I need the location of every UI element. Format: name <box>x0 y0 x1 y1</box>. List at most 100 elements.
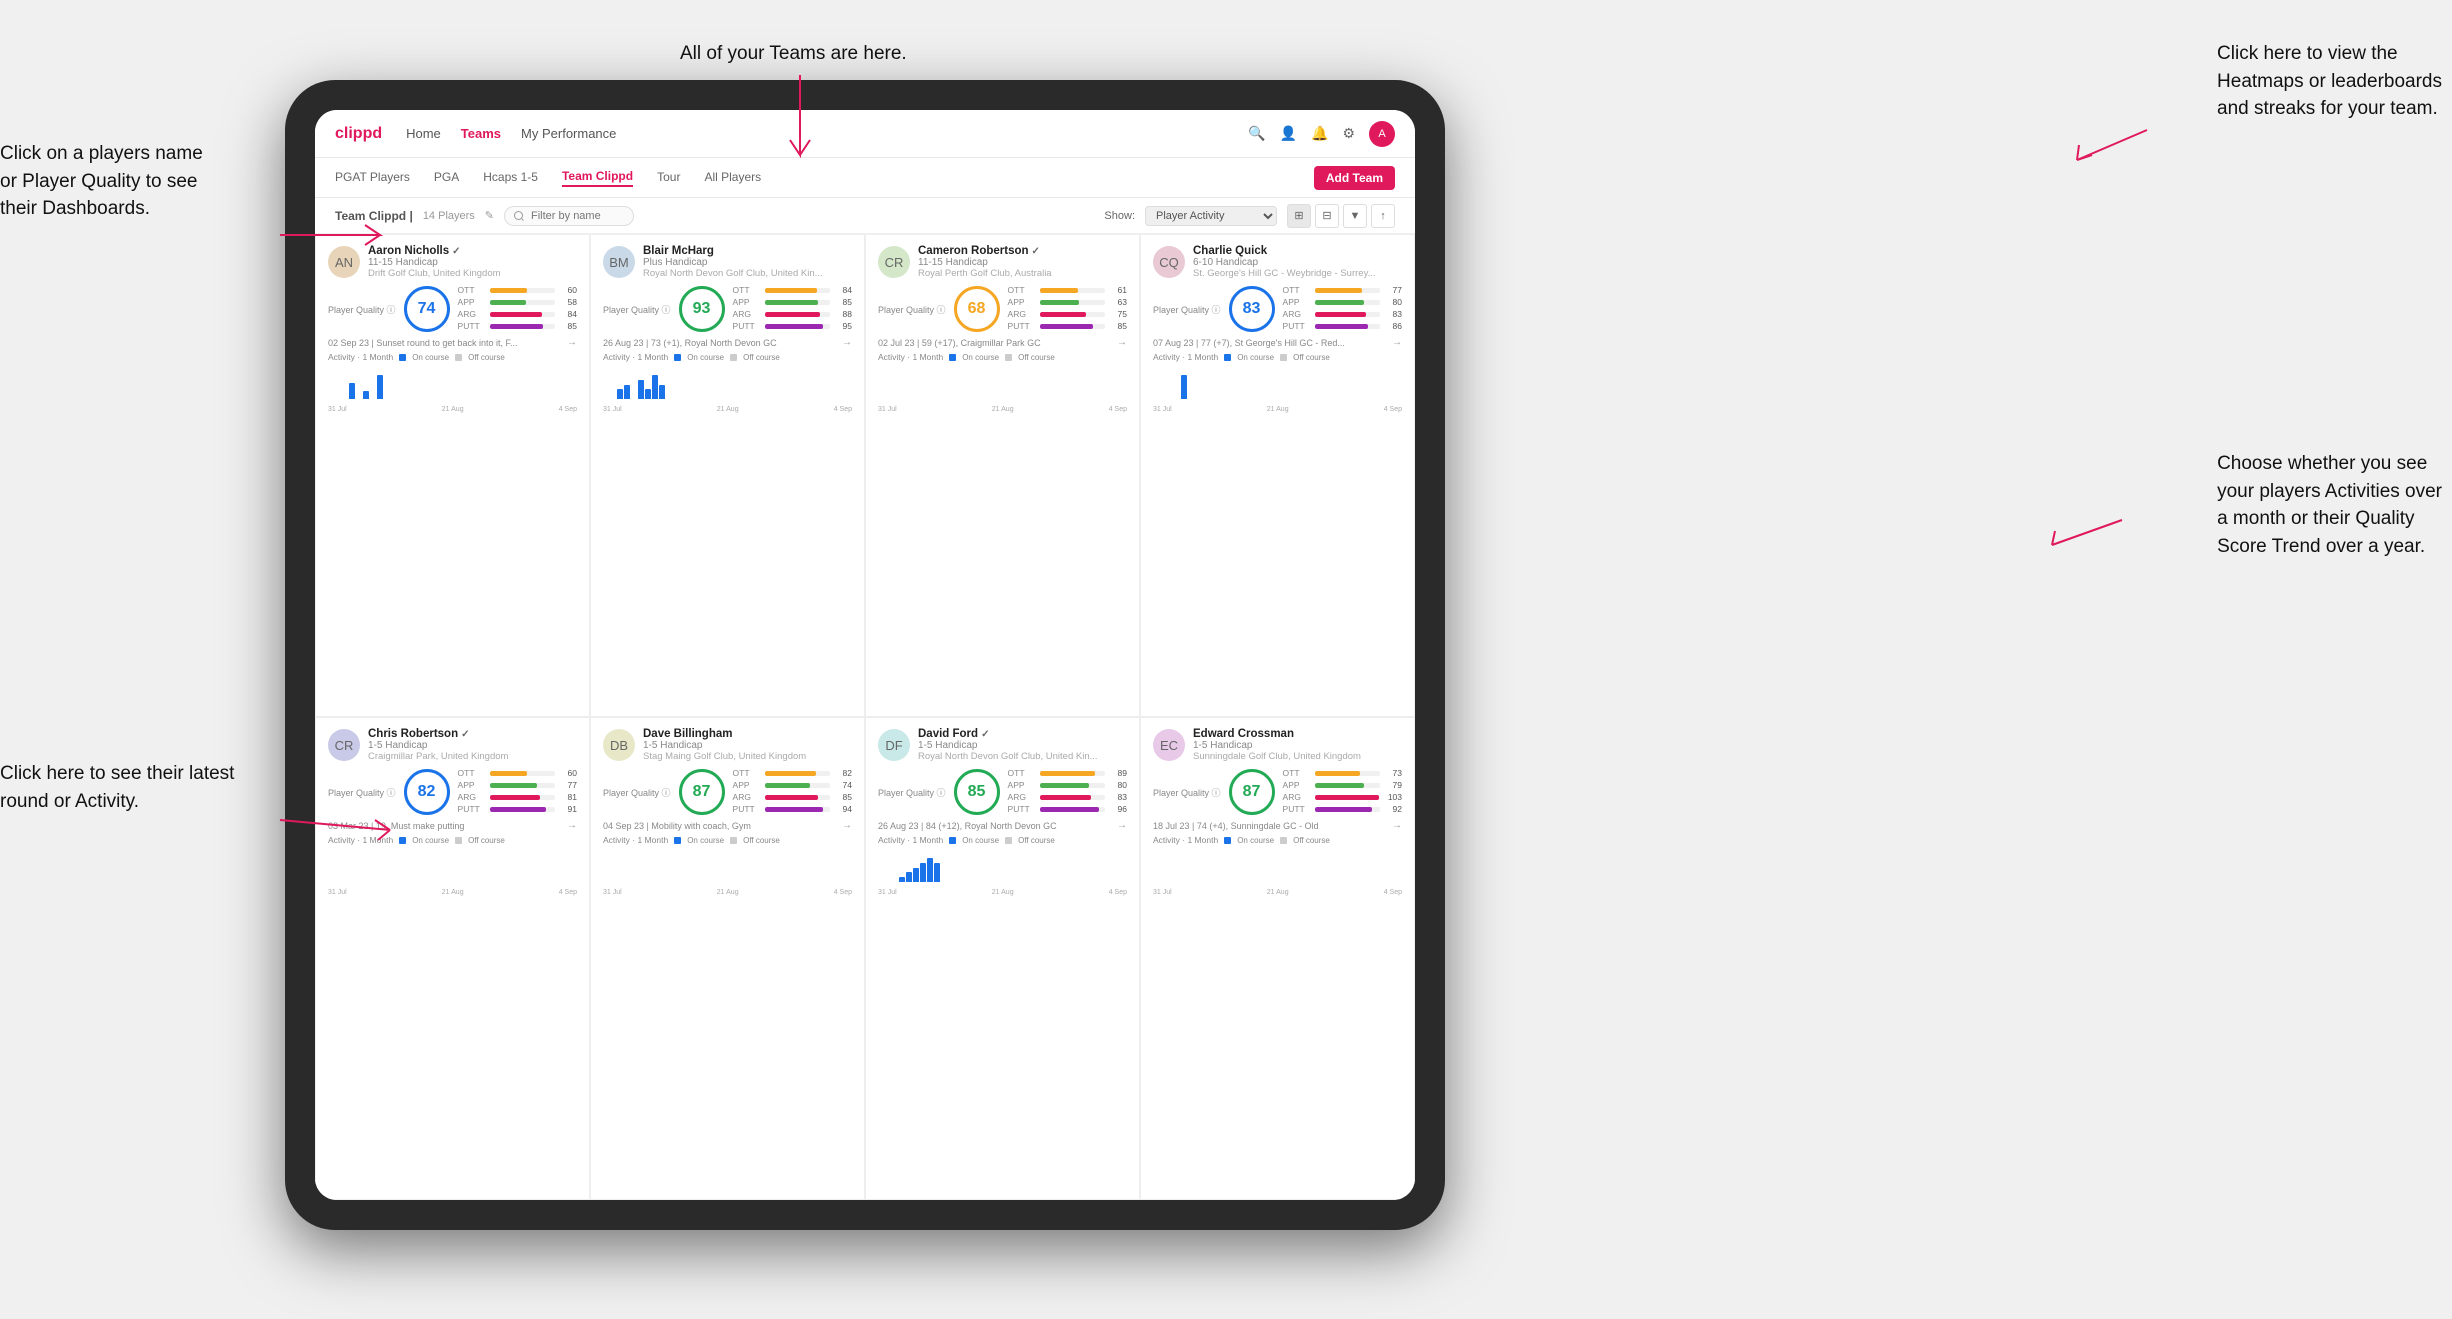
filter-button[interactable]: ▼ <box>1343 204 1367 228</box>
nav-teams[interactable]: Teams <box>461 122 501 145</box>
player-card[interactable]: BM Blair McHarg Plus Handicap Royal Nort… <box>590 234 865 717</box>
quality-circle[interactable]: 87 <box>1229 769 1275 815</box>
latest-round[interactable]: 26 Aug 23 | 84 (+12), Royal North Devon … <box>878 820 1127 831</box>
latest-round[interactable]: 07 Aug 23 | 77 (+7), St George's Hill GC… <box>1153 337 1402 348</box>
grid-view-button[interactable]: ⊞ <box>1287 204 1311 228</box>
latest-round[interactable]: 18 Jul 23 | 74 (+4), Sunningdale GC - Ol… <box>1153 820 1402 831</box>
quality-circle[interactable]: 74 <box>404 286 450 332</box>
user-icon[interactable]: 👤 <box>1280 125 1297 142</box>
stat-app: APP 80 <box>1008 780 1127 790</box>
on-course-label: On course <box>962 353 999 362</box>
player-card[interactable]: AN Aaron Nicholls ✓ 11-15 Handicap Drift… <box>315 234 590 717</box>
round-arrow-icon[interactable]: → <box>1117 820 1127 831</box>
stat-ott: OTT 73 <box>1283 768 1402 778</box>
nav-icons: 🔍 👤 🔔 ⚙ A <box>1248 121 1395 147</box>
sub-nav-pga[interactable]: PGA <box>434 170 459 186</box>
sub-nav-pgat[interactable]: PGAT Players <box>335 170 410 186</box>
show-select[interactable]: Player Activity Quality Score Trend <box>1145 206 1277 226</box>
sub-nav-all-players[interactable]: All Players <box>704 170 761 186</box>
annotation-teams: All of your Teams are here. <box>680 40 907 68</box>
nav-bar: clippd Home Teams My Performance 🔍 👤 🔔 ⚙… <box>315 110 1415 158</box>
filter-input[interactable] <box>504 206 634 226</box>
player-name[interactable]: Blair McHarg <box>643 245 852 257</box>
quality-circle[interactable]: 83 <box>1229 286 1275 332</box>
stat-ott: OTT 77 <box>1283 285 1402 295</box>
player-name[interactable]: Chris Robertson ✓ <box>368 728 577 740</box>
off-course-legend <box>1005 837 1012 844</box>
quality-circle[interactable]: 85 <box>954 769 1000 815</box>
latest-round[interactable]: 26 Aug 23 | 73 (+1), Royal North Devon G… <box>603 337 852 348</box>
round-arrow-icon[interactable]: → <box>1392 820 1402 831</box>
latest-round[interactable]: 02 Jul 23 | 59 (+17), Craigmillar Park G… <box>878 337 1127 348</box>
activity-label: Activity · 1 Month <box>603 352 668 362</box>
player-name[interactable]: Edward Crossman <box>1193 728 1402 740</box>
quality-row: Player Quality ⓘ 68 OTT 61 APP 63 ARG 75 <box>878 285 1127 333</box>
player-name[interactable]: Charlie Quick <box>1193 245 1402 257</box>
nav-home[interactable]: Home <box>406 122 441 145</box>
quality-circle[interactable]: 68 <box>954 286 1000 332</box>
quality-circle[interactable]: 87 <box>679 769 725 815</box>
add-team-button[interactable]: Add Team <box>1314 166 1395 190</box>
stat-putt: PUTT 85 <box>458 321 577 331</box>
stat-putt: PUTT 91 <box>458 804 577 814</box>
stat-putt: PUTT 92 <box>1283 804 1402 814</box>
round-arrow-icon[interactable]: → <box>842 820 852 831</box>
on-course-legend <box>949 354 956 361</box>
sort-button[interactable]: ↑ <box>1371 204 1395 228</box>
activity-label: Activity · 1 Month <box>878 352 943 362</box>
player-card[interactable]: CR Cameron Robertson ✓ 11-15 Handicap Ro… <box>865 234 1140 717</box>
edit-icon[interactable]: ✎ <box>485 209 494 222</box>
nav-logo[interactable]: clippd <box>335 125 382 143</box>
player-header: BM Blair McHarg Plus Handicap Royal Nort… <box>603 245 852 279</box>
round-arrow-icon[interactable]: → <box>842 337 852 348</box>
show-label: Show: <box>1104 210 1135 222</box>
sub-nav-tour[interactable]: Tour <box>657 170 680 186</box>
quality-circle[interactable]: 82 <box>404 769 450 815</box>
player-handicap: Plus Handicap <box>643 257 852 268</box>
players-grid: AN Aaron Nicholls ✓ 11-15 Handicap Drift… <box>315 234 1415 1200</box>
sub-nav-hcaps[interactable]: Hcaps 1-5 <box>483 170 538 186</box>
round-arrow-icon[interactable]: → <box>567 337 577 348</box>
nav-my-performance[interactable]: My Performance <box>521 122 616 145</box>
quality-label: Player Quality ⓘ <box>1153 786 1221 799</box>
round-arrow-icon[interactable]: → <box>1392 337 1402 348</box>
player-card[interactable]: DB Dave Billingham 1-5 Handicap Stag Mai… <box>590 717 865 1200</box>
sub-nav-team-clippd[interactable]: Team Clippd <box>562 169 633 187</box>
player-club: Royal North Devon Golf Club, United Kin.… <box>918 751 1127 762</box>
latest-round[interactable]: 04 Sep 23 | Mobility with coach, Gym → <box>603 820 852 831</box>
off-course-legend <box>730 354 737 361</box>
stat-arg: ARG 81 <box>458 792 577 802</box>
player-card[interactable]: EC Edward Crossman 1-5 Handicap Sunningd… <box>1140 717 1415 1200</box>
bell-icon[interactable]: 🔔 <box>1311 125 1328 142</box>
player-name[interactable]: Aaron Nicholls ✓ <box>368 245 577 257</box>
latest-round[interactable]: 03 Mar 23 | 19, Must make putting → <box>328 820 577 831</box>
on-course-label: On course <box>1237 836 1274 845</box>
player-name[interactable]: David Ford ✓ <box>918 728 1127 740</box>
player-card[interactable]: CQ Charlie Quick 6-10 Handicap St. Georg… <box>1140 234 1415 717</box>
activity-chart: 31 Jul 21 Aug 4 Sep <box>328 848 577 896</box>
settings-icon[interactable]: ⚙ <box>1342 125 1355 142</box>
activity-section: Activity · 1 Month On course Off course … <box>603 835 852 896</box>
search-icon[interactable]: 🔍 <box>1248 125 1265 142</box>
stats-grid: OTT 60 APP 77 ARG 81 PUTT 91 <box>458 768 577 816</box>
player-club: Drift Golf Club, United Kingdom <box>368 268 577 279</box>
player-card[interactable]: CR Chris Robertson ✓ 1-5 Handicap Craigm… <box>315 717 590 1200</box>
activity-chart: 31 Jul 21 Aug 4 Sep <box>878 848 1127 896</box>
player-avatar: CR <box>328 729 360 761</box>
stat-ott: OTT 82 <box>733 768 852 778</box>
quality-circle[interactable]: 93 <box>679 286 725 332</box>
player-name[interactable]: Cameron Robertson ✓ <box>918 245 1127 257</box>
off-course-legend <box>1005 354 1012 361</box>
round-arrow-icon[interactable]: → <box>1117 337 1127 348</box>
latest-round[interactable]: 02 Sep 23 | Sunset round to get back int… <box>328 337 577 348</box>
round-arrow-icon[interactable]: → <box>567 820 577 831</box>
player-name[interactable]: Dave Billingham <box>643 728 852 740</box>
player-avatar: CR <box>878 246 910 278</box>
player-avatar: BM <box>603 246 635 278</box>
quality-label: Player Quality ⓘ <box>1153 303 1221 316</box>
player-card[interactable]: DF David Ford ✓ 1-5 Handicap Royal North… <box>865 717 1140 1200</box>
list-view-button[interactable]: ⊟ <box>1315 204 1339 228</box>
avatar[interactable]: A <box>1369 121 1395 147</box>
stat-app: APP 80 <box>1283 297 1402 307</box>
quality-row: Player Quality ⓘ 93 OTT 84 APP 85 ARG 88 <box>603 285 852 333</box>
